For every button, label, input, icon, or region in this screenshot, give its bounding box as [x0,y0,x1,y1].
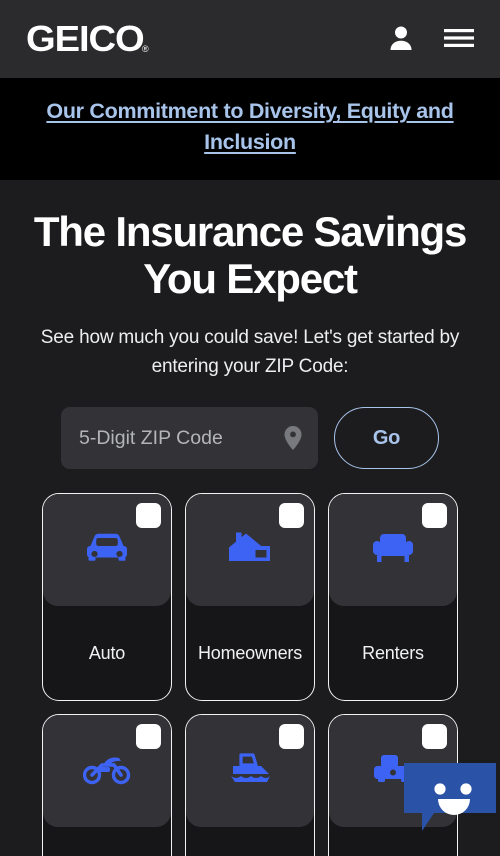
page-title: The Insurance Savings You Expect [33,208,467,303]
diversity-commitment-link[interactable]: Our Commitment to Diversity, Equity and … [28,96,472,158]
chat-widget-button[interactable] [400,761,500,856]
car-icon [84,531,130,570]
product-label-boat [186,827,314,856]
location-pin-icon [282,425,304,451]
promo-banner: Our Commitment to Diversity, Equity and … [0,78,500,181]
card-icon-panel [43,715,171,828]
product-checkbox-motorcycle[interactable] [136,724,161,750]
zip-code-input[interactable] [61,407,318,470]
zip-submit-button[interactable]: Go [334,407,439,470]
product-checkbox-renters[interactable] [422,503,447,529]
boat-icon [227,752,273,791]
card-icon-panel [43,494,171,607]
motorcycle-icon [82,752,131,791]
page-root: GEICO ® Our Commitment to Diversity, Equ… [0,0,500,856]
product-card-auto[interactable]: Auto [42,493,172,702]
logo-text: GEICO [26,18,145,59]
product-label-auto: Auto [88,642,126,663]
header-actions [388,24,474,55]
menu-button[interactable] [444,27,474,52]
product-checkbox-homeowners[interactable] [279,503,304,529]
person-icon [388,24,414,55]
product-checkbox-boat[interactable] [279,724,304,750]
card-icon-panel [186,715,314,828]
hero-subtitle: See how much you could save! Let's get s… [40,327,460,377]
product-checkbox-auto[interactable] [136,503,161,529]
zip-input-wrapper[interactable] [61,407,318,470]
hamburger-menu-icon [444,27,474,52]
account-button[interactable] [388,24,414,55]
product-card-boat[interactable] [185,714,315,856]
site-header: GEICO ® [0,0,500,78]
product-checkbox-rv[interactable] [422,724,447,750]
house-icon [227,531,273,570]
armchair-icon [371,531,415,570]
product-label-motorcycle [43,827,171,856]
product-card-motorcycle[interactable] [42,714,172,856]
card-icon-panel [186,494,314,607]
product-card-homeowners[interactable]: Homeowners [185,493,315,702]
product-card-renters[interactable]: Renters [328,493,458,702]
product-label-homeowners: Homeowners [197,642,303,663]
hero-section: The Insurance Savings You Expect See how… [0,180,500,470]
product-label-renters: Renters [362,642,424,663]
zip-code-form: Go [20,407,480,470]
geico-logo[interactable]: GEICO ® [26,21,149,57]
chat-smiley-icon [400,763,500,856]
card-icon-panel [329,494,457,607]
